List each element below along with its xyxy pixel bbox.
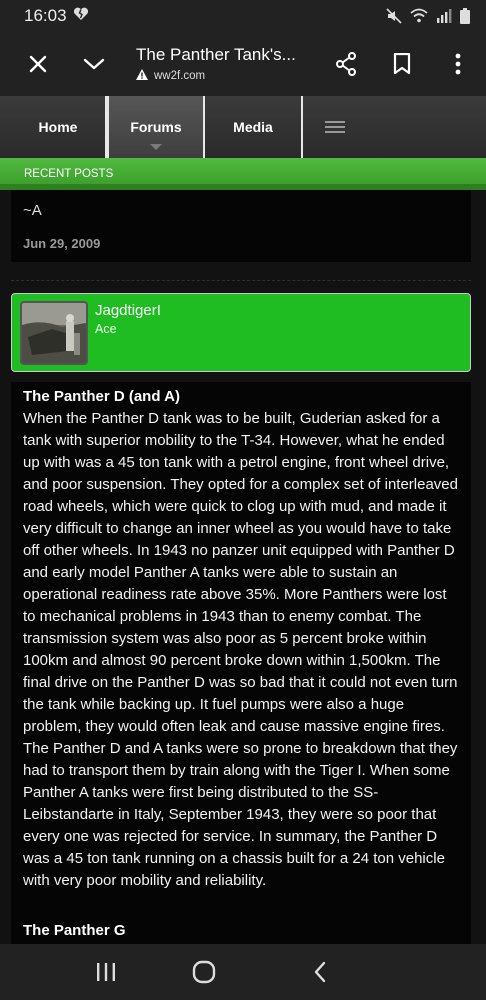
avatar[interactable] bbox=[20, 301, 88, 365]
user-card: JagdtigerI Ace bbox=[11, 293, 471, 372]
previous-post: ~A Jun 29, 2009 bbox=[11, 190, 471, 262]
hamburger-icon[interactable] bbox=[303, 96, 367, 158]
domain-text: ww2f.com bbox=[154, 70, 206, 82]
post-signature: ~A bbox=[23, 202, 42, 219]
thread-content: ~A Jun 29, 2009 JagdtigerI Ace The Panth… bbox=[0, 190, 486, 944]
recent-posts-link[interactable]: RECENT POSTS bbox=[24, 168, 113, 180]
browser-toolbar: The Panther Tank's... ww2f.com bbox=[0, 32, 486, 96]
post-divider bbox=[11, 280, 471, 281]
url-block[interactable]: The Panther Tank's... ww2f.com bbox=[136, 45, 304, 83]
chevron-down-icon[interactable] bbox=[72, 42, 116, 86]
share-icon[interactable] bbox=[324, 42, 368, 86]
post-next-heading: The Panther G bbox=[23, 922, 126, 939]
mute-icon bbox=[386, 8, 402, 24]
tab-home[interactable]: Home bbox=[11, 96, 107, 158]
user-title: Ace bbox=[95, 322, 117, 336]
recent-apps-icon[interactable] bbox=[84, 950, 128, 994]
status-time: 16:03 bbox=[24, 6, 67, 25]
post-heading: The Panther D (and A) bbox=[23, 388, 180, 405]
bookmark-icon[interactable] bbox=[380, 42, 424, 86]
battery-icon bbox=[460, 8, 470, 24]
close-icon[interactable] bbox=[16, 42, 60, 86]
heart-broken-icon bbox=[73, 7, 89, 26]
page-title: The Panther Tank's... bbox=[136, 45, 296, 64]
more-vert-icon[interactable] bbox=[436, 42, 480, 86]
back-icon[interactable] bbox=[298, 950, 342, 994]
status-bar: 16:03 bbox=[0, 0, 486, 32]
site-nav: Home Forums Media bbox=[0, 96, 486, 158]
post-text: When the Panther D tank was to be built,… bbox=[23, 410, 458, 889]
username[interactable]: JagdtigerI bbox=[95, 302, 161, 319]
home-icon[interactable] bbox=[182, 950, 226, 994]
warning-icon bbox=[136, 69, 148, 83]
post-date[interactable]: Jun 29, 2009 bbox=[23, 236, 100, 251]
android-nav-bar bbox=[0, 944, 486, 1000]
signal-icon bbox=[436, 9, 452, 23]
post-body: The Panther D (and A) When the Panther D… bbox=[11, 382, 471, 944]
wifi-icon bbox=[410, 8, 428, 24]
tab-media[interactable]: Media bbox=[205, 96, 303, 158]
tab-forums[interactable]: Forums bbox=[107, 96, 205, 158]
